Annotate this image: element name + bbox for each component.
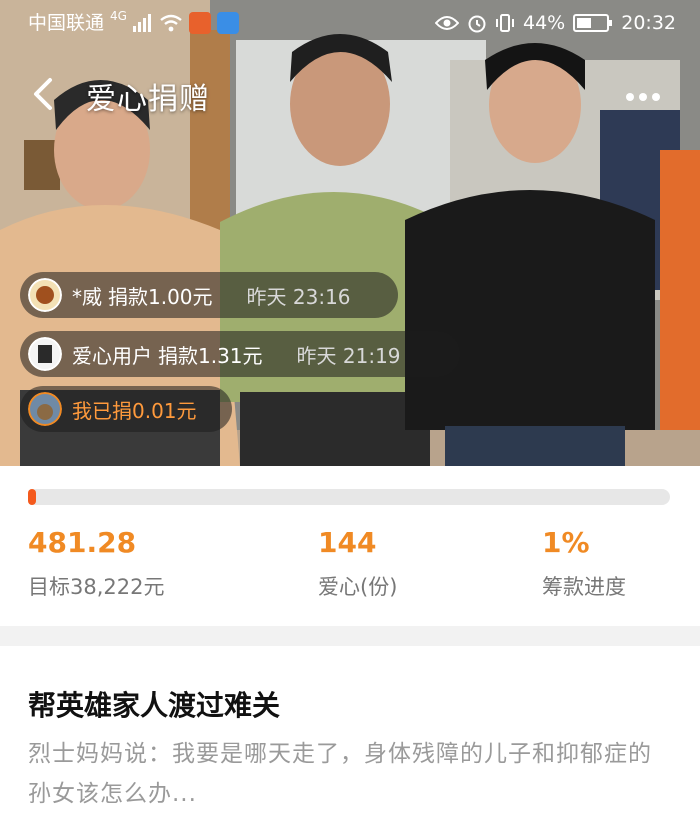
progress-label: 筹款进度: [542, 575, 626, 599]
app-notification-icon: [188, 12, 211, 34]
more-dots-icon[interactable]: [626, 86, 670, 101]
my-donation-pill: 我已捐0.01元: [20, 386, 232, 432]
network-type: 4G: [110, 9, 127, 23]
eye-icon: [435, 16, 459, 30]
vibrate-icon: [496, 14, 514, 32]
app-notification-icon: [216, 12, 239, 34]
donation-feed-item: *威 捐款1.00元 昨天 23:16: [20, 272, 398, 318]
donor-avatar: [28, 278, 62, 312]
hearts-label: 爱心(份): [318, 575, 398, 599]
nav-bar: 爱心捐赠: [0, 66, 700, 122]
raised-amount-stat: 481.28 目标38,222元: [28, 526, 164, 601]
user-avatar: [28, 392, 62, 426]
chevron-left-icon[interactable]: [26, 76, 62, 112]
donation-time: 昨天 23:16: [246, 284, 351, 309]
alarm-icon: [468, 15, 486, 33]
donation-amount: 捐款1.00元: [108, 284, 213, 309]
story-excerpt: 烈士妈妈说：我要是哪天走了，身体残障的儿子和抑郁症的孙女该怎么办...: [28, 741, 652, 807]
fundraising-progress-bar: [28, 489, 670, 505]
story-title: 帮英雄家人渡过难关: [28, 689, 281, 722]
my-donation-text: 我已捐0.01元: [72, 398, 197, 423]
clock-time: 20:32: [621, 12, 676, 34]
donation-feed-item: 爱心用户 捐款1.31元 昨天 21:19: [20, 331, 460, 377]
donor-avatar: [28, 337, 62, 371]
progress-fill: [28, 489, 36, 505]
hearts-stat: 144 爱心(份): [318, 526, 397, 601]
carrier-name: 中国联通: [28, 12, 105, 34]
battery-percent: 44%: [523, 12, 566, 34]
story-card[interactable]: 帮英雄家人渡过难关 烈士妈妈说：我要是哪天走了，身体残障的儿子和抑郁症的孙女该怎…: [0, 646, 700, 837]
target-amount: 目标38,222元: [28, 575, 165, 599]
campaign-photo: 中国联通 4G 44% 20:32 爱心捐赠 *威 捐款1.00元 昨天 23:…: [0, 0, 700, 466]
fundraising-stats: 481.28 目标38,222元 144 爱心(份) 1% 筹款进度: [0, 466, 700, 626]
progress-percent: 1%: [542, 526, 590, 559]
donor-name: 爱心用户: [72, 343, 152, 368]
wifi-icon: [160, 14, 182, 32]
signal-icon: [132, 14, 151, 32]
raised-amount: 481.28: [28, 526, 137, 559]
donor-name: *威: [72, 284, 102, 309]
battery-icon: [573, 14, 613, 32]
progress-stat: 1% 筹款进度: [542, 526, 626, 601]
donation-time: 昨天 21:19: [296, 343, 401, 368]
status-bar: 中国联通 4G 44% 20:32: [0, 0, 700, 46]
donation-amount: 捐款1.31元: [158, 343, 263, 368]
hearts-count: 144: [318, 526, 377, 559]
page-title: 爱心捐赠: [86, 82, 210, 117]
